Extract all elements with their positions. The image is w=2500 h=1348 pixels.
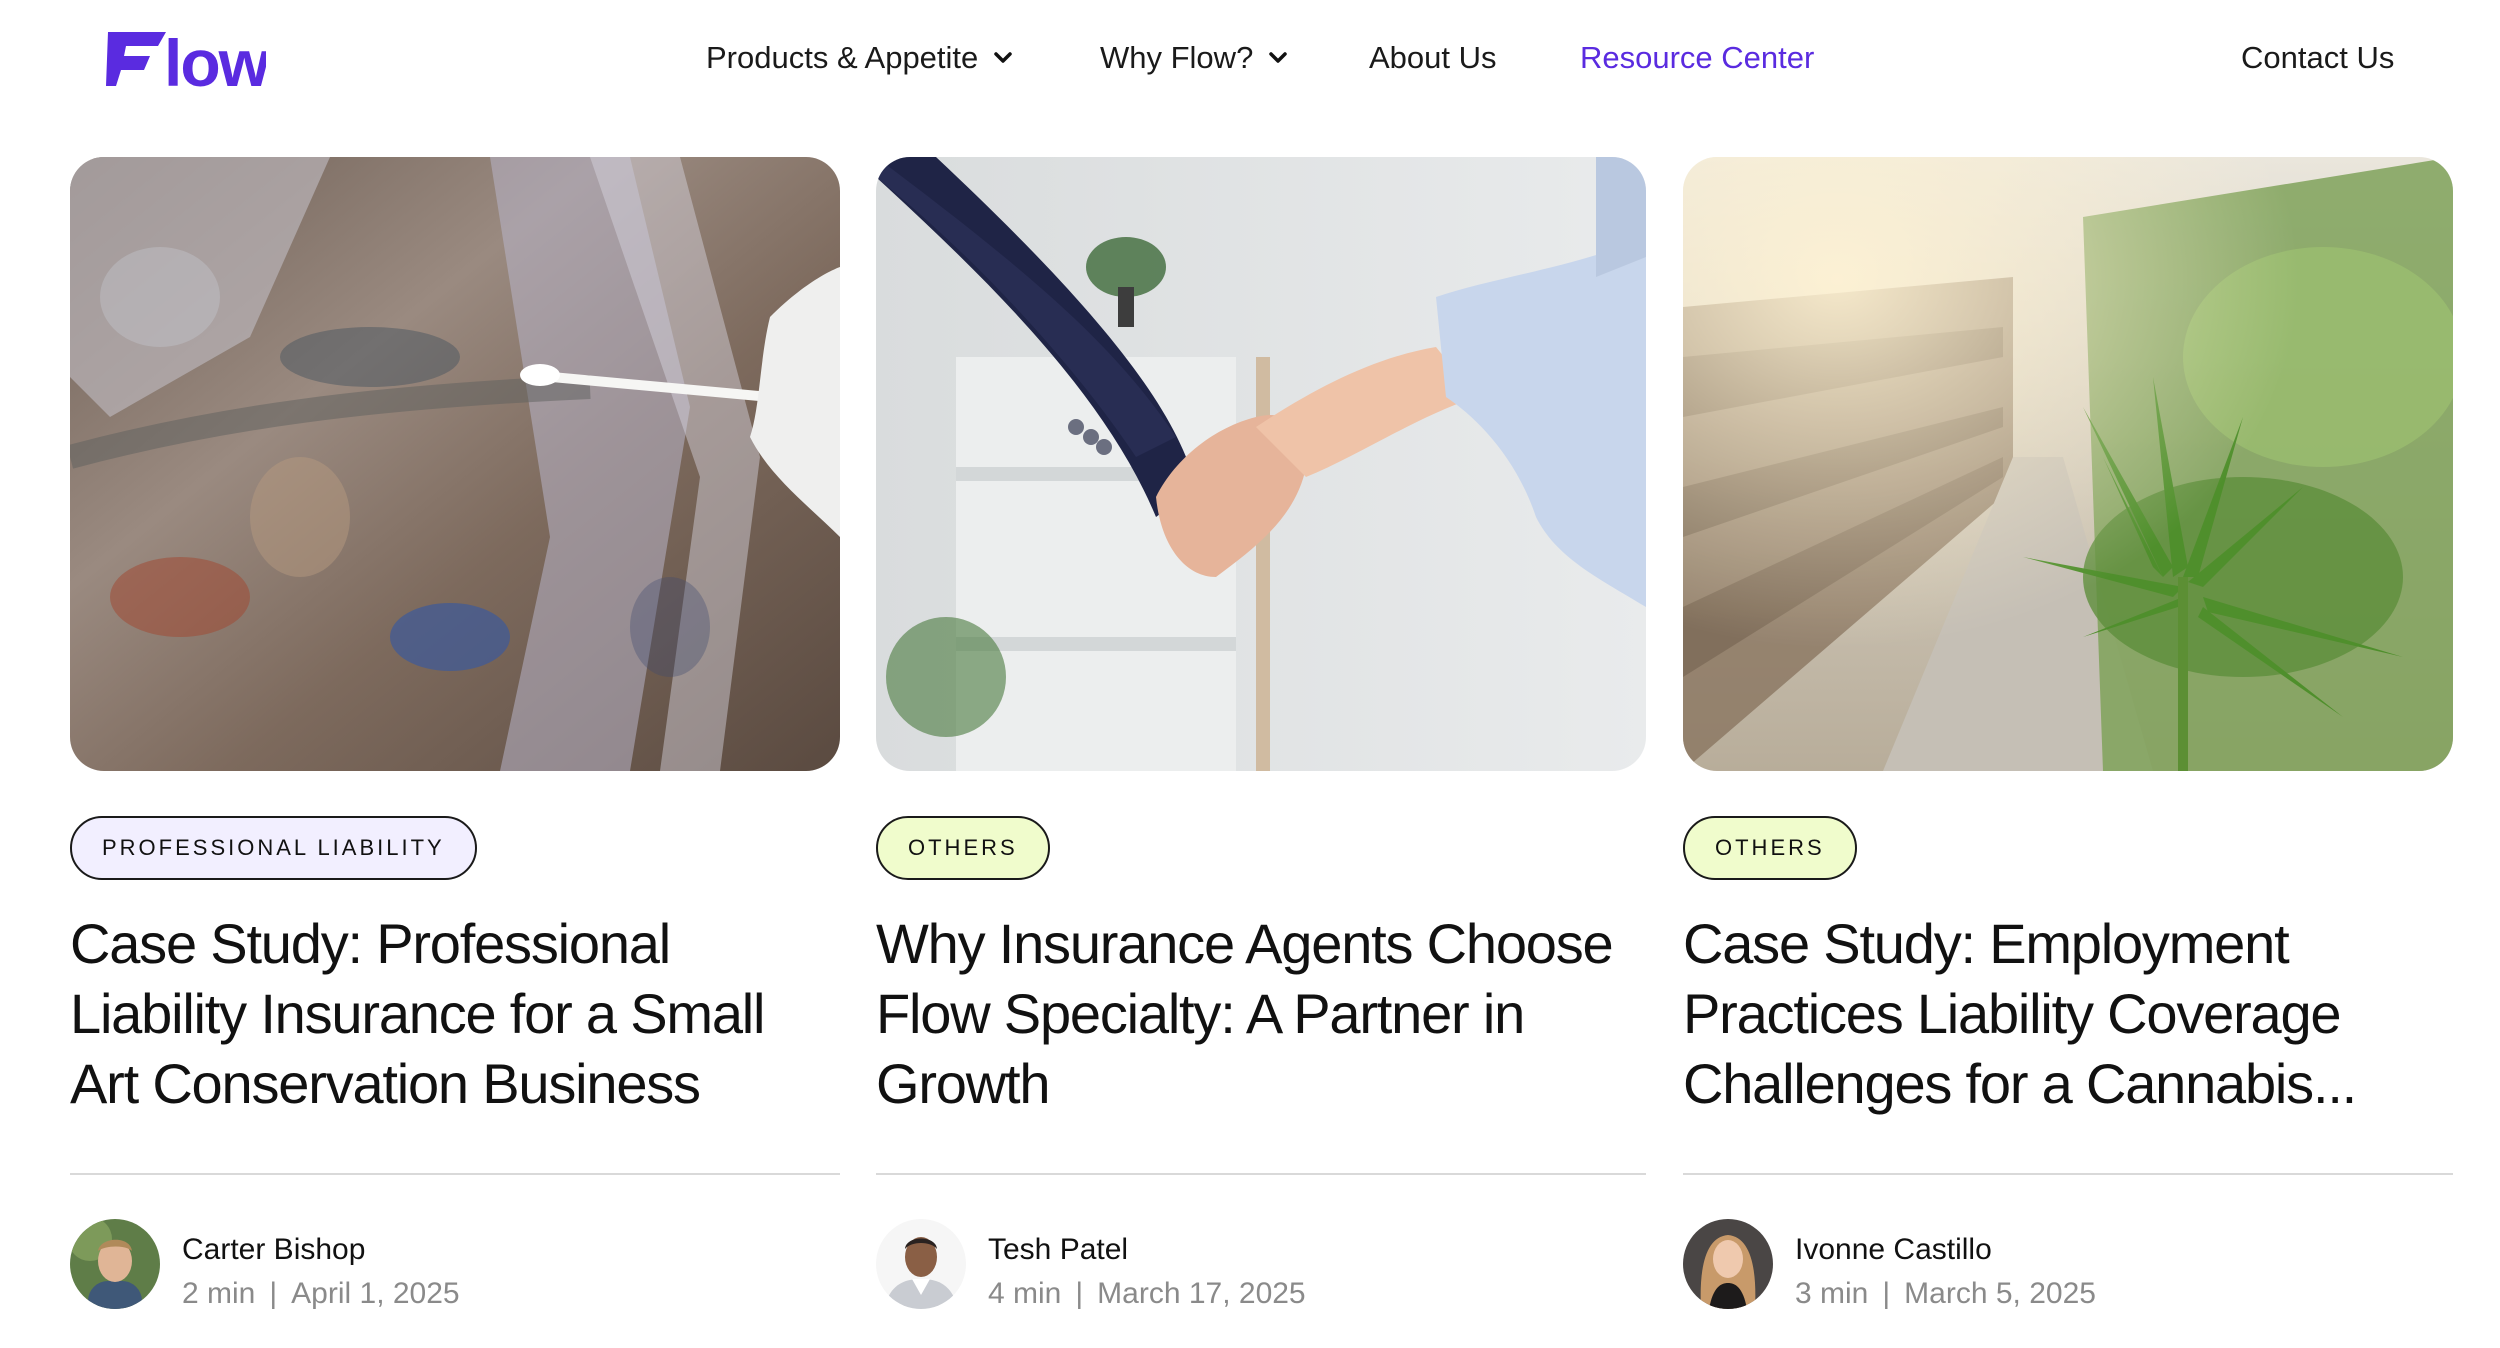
- site-header: low Products & Appetite Why Flow? About …: [0, 0, 2500, 130]
- divider: [70, 1173, 840, 1175]
- nav-why-flow[interactable]: Why Flow?: [1100, 36, 1293, 80]
- nav-about-us-label: About Us: [1369, 40, 1497, 75]
- read-time: 4 min: [988, 1277, 1062, 1310]
- art-conservation-image[interactable]: [70, 157, 840, 771]
- author-name: Ivonne Castillo: [1795, 1233, 1992, 1266]
- nav-products-appetite-label: Products & Appetite: [706, 40, 979, 75]
- article-title[interactable]: Case Study: Professional Liability Insur…: [70, 909, 840, 1119]
- divider: [876, 1173, 1646, 1175]
- handshake-image[interactable]: [876, 157, 1646, 771]
- avatar: [876, 1219, 966, 1309]
- author-block: Carter Bishop 2 min | April 1, 2025: [70, 1219, 840, 1311]
- meta-separator: |: [1075, 1277, 1084, 1310]
- nav-why-flow-label: Why Flow?: [1100, 40, 1254, 75]
- author-name: Tesh Patel: [988, 1233, 1129, 1266]
- nav-products-appetite[interactable]: Products & Appetite: [706, 36, 1018, 80]
- nav-about-us[interactable]: About Us: [1369, 36, 1497, 80]
- meta-separator: |: [269, 1277, 278, 1310]
- divider: [1683, 1173, 2453, 1175]
- article-title[interactable]: Why Insurance Agents Choose Flow Special…: [876, 909, 1646, 1119]
- read-time: 2 min: [182, 1277, 256, 1310]
- chevron-down-icon: [988, 43, 1018, 73]
- avatar: [70, 1219, 160, 1309]
- category-tag[interactable]: OTHERS: [876, 816, 1050, 880]
- avatar: [1683, 1219, 1773, 1309]
- article-meta: 3 min | March 5, 2025: [1795, 1277, 2096, 1311]
- author-block: Tesh Patel 4 min | March 17, 2025: [876, 1219, 1646, 1311]
- article-card[interactable]: OTHERS Why Insurance Agents Choose Flow …: [876, 157, 1646, 1337]
- contact-us-link[interactable]: Contact Us: [2241, 36, 2394, 80]
- article-meta: 2 min | April 1, 2025: [182, 1277, 460, 1311]
- author-block: Ivonne Castillo 3 min | March 5, 2025: [1683, 1219, 2453, 1311]
- category-tag[interactable]: OTHERS: [1683, 816, 1857, 880]
- nav-resource-center-label: Resource Center: [1580, 40, 1815, 75]
- article-meta: 4 min | March 17, 2025: [988, 1277, 1306, 1311]
- chevron-down-icon: [1263, 43, 1293, 73]
- publish-date: March 5, 2025: [1904, 1277, 2096, 1310]
- contact-us-label: Contact Us: [2241, 40, 2395, 75]
- main-nav: Products & Appetite Why Flow? About Us R…: [0, 36, 2500, 80]
- article-card[interactable]: PROFESSIONAL LIABILITY Case Study: Profe…: [70, 157, 840, 1337]
- article-card[interactable]: OTHERS Case Study: Employment Practices …: [1683, 157, 2453, 1337]
- cannabis-greenhouse-image[interactable]: [1683, 157, 2453, 771]
- article-title[interactable]: Case Study: Employment Practices Liabili…: [1683, 909, 2453, 1119]
- author-name: Carter Bishop: [182, 1233, 366, 1266]
- meta-separator: |: [1882, 1277, 1891, 1310]
- publish-date: April 1, 2025: [291, 1277, 460, 1310]
- read-time: 3 min: [1795, 1277, 1869, 1310]
- nav-resource-center[interactable]: Resource Center: [1580, 36, 1814, 80]
- publish-date: March 17, 2025: [1097, 1277, 1306, 1310]
- category-tag[interactable]: PROFESSIONAL LIABILITY: [70, 816, 477, 880]
